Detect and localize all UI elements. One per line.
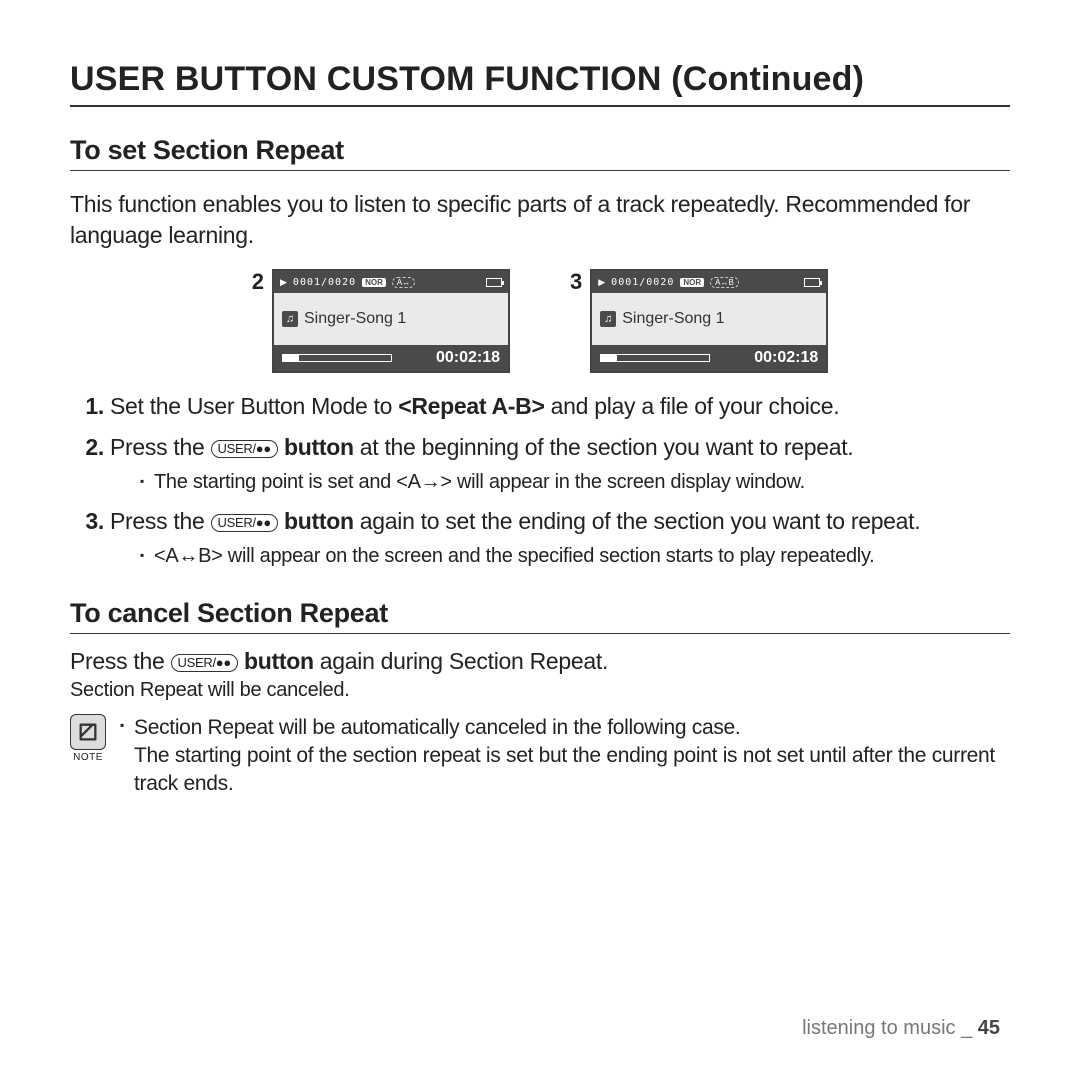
instruction-list: Set the User Button Mode to <Repeat A-B>… xyxy=(70,391,1010,570)
eq-mode: NOR xyxy=(362,278,386,287)
section-heading-cancel: To cancel Section Repeat xyxy=(70,598,1010,634)
page-number: 45 xyxy=(978,1017,1000,1039)
note-bullet: Section Repeat will be automatically can… xyxy=(120,714,1010,742)
section-heading-set: To set Section Repeat xyxy=(70,135,1010,171)
cancel-result: Section Repeat will be canceled. xyxy=(70,679,1010,702)
screen-number: 2 xyxy=(252,269,264,295)
footer-section: listening to music _ xyxy=(802,1017,978,1039)
battery-icon xyxy=(486,278,502,287)
music-note-icon: ♫ xyxy=(600,311,616,327)
note-continuation: The starting point of the section repeat… xyxy=(120,742,1010,797)
eq-mode: NOR xyxy=(680,278,704,287)
mp3-screen-3: ▶ 0001/0020 NOR A↔B ♫ Singer-Song 1 00:0… xyxy=(590,269,828,373)
step-3: Press the USER/●● button again to set th… xyxy=(110,506,1010,570)
step-2: Press the USER/●● button at the beginnin… xyxy=(110,432,1010,496)
play-icon: ▶ xyxy=(280,277,287,288)
section-intro: This function enables you to listen to s… xyxy=(70,189,1010,251)
repeat-indicator: A↔B xyxy=(710,277,739,288)
screen-number: 3 xyxy=(570,269,582,295)
progress-bar xyxy=(282,354,392,362)
step-1: Set the User Button Mode to <Repeat A-B>… xyxy=(110,391,1010,422)
mp3-screen-2: ▶ 0001/0020 NOR A↔ ♫ Singer-Song 1 00:02… xyxy=(272,269,510,373)
note-label: NOTE xyxy=(70,752,106,763)
elapsed-time: 00:02:18 xyxy=(754,349,818,367)
user-button-icon: USER/●● xyxy=(211,514,278,532)
music-note-icon: ♫ xyxy=(282,311,298,327)
step-2-note: The starting point is set and <A→> will … xyxy=(140,469,1010,496)
progress-bar xyxy=(600,354,710,362)
step-3-note: <A↔B> will appear on the screen and the … xyxy=(140,543,1010,570)
song-title: Singer-Song 1 xyxy=(622,310,724,328)
note-icon xyxy=(70,714,106,750)
repeat-indicator: A↔ xyxy=(392,277,415,288)
user-button-icon: USER/●● xyxy=(211,440,278,458)
elapsed-time: 00:02:18 xyxy=(436,349,500,367)
user-button-icon: USER/●● xyxy=(171,654,238,672)
screen-illustrations: 2 ▶ 0001/0020 NOR A↔ ♫ Singer-Song 1 00:… xyxy=(70,269,1010,373)
page-title: USER BUTTON CUSTOM FUNCTION (Continued) xyxy=(70,60,1010,107)
song-title: Singer-Song 1 xyxy=(304,310,406,328)
cancel-instruction: Press the USER/●● button again during Se… xyxy=(70,646,1010,677)
track-counter: 0001/0020 xyxy=(293,277,356,288)
note-block: NOTE Section Repeat will be automaticall… xyxy=(70,714,1010,797)
page-footer: listening to music _ 45 xyxy=(802,1017,1000,1040)
play-icon: ▶ xyxy=(598,277,605,288)
track-counter: 0001/0020 xyxy=(611,277,674,288)
battery-icon xyxy=(804,278,820,287)
